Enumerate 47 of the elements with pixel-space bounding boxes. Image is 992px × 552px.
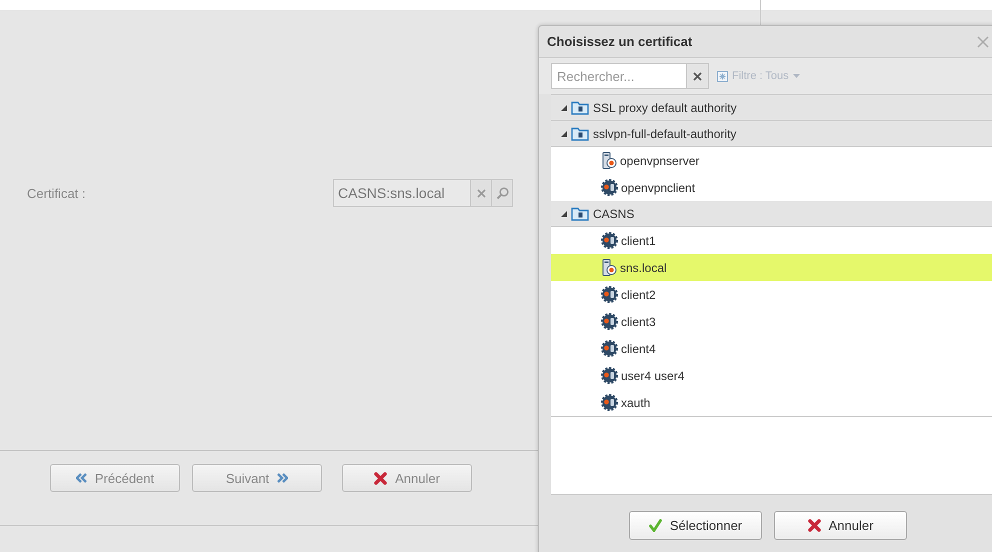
folder-lock-icon: [571, 206, 589, 221]
certificate-item[interactable]: xauth: [551, 389, 992, 417]
search-field[interactable]: Rechercher...: [551, 63, 687, 89]
certificate-item[interactable]: client4: [551, 335, 992, 362]
select-button[interactable]: Sélectionner: [629, 511, 762, 540]
certificate-user-icon: [601, 313, 618, 330]
tree-group[interactable]: sslvpn-full-default-authority: [551, 121, 992, 147]
field-label: Certificat :: [27, 186, 87, 200]
folder-lock-icon: [571, 100, 589, 115]
certificate-user-icon: [601, 232, 618, 249]
close-icon: [693, 72, 702, 80]
close-icon: [476, 188, 486, 198]
tree-group[interactable]: SSL proxy default authority: [551, 95, 992, 121]
cancel-button[interactable]: Annuler: [774, 511, 907, 540]
certificate-user-icon: [601, 286, 618, 303]
certificate-item[interactable]: sns.local: [551, 254, 992, 281]
dialog-title: Choisissez un certificat: [547, 34, 692, 49]
double-right-chevron-icon: [277, 473, 288, 483]
certificate-item[interactable]: client2: [551, 281, 992, 308]
expanded-triangle-icon: [561, 104, 567, 110]
cross-icon: [374, 472, 388, 484]
close-icon: [977, 36, 989, 48]
certificate-item[interactable]: client1: [551, 227, 992, 254]
certificate-server-icon: [601, 259, 617, 276]
filter-icon: [717, 70, 728, 82]
certificate-user-icon: [601, 367, 618, 384]
certificate-item[interactable]: user4 user4: [551, 362, 992, 389]
search-button[interactable]: [492, 179, 513, 207]
expanded-triangle-icon: [561, 130, 567, 136]
folder-lock-icon: [571, 126, 589, 141]
clear-button[interactable]: [471, 179, 492, 207]
certificate-server-icon: [601, 152, 617, 169]
certificate-item[interactable]: client3: [551, 308, 992, 335]
search-icon: [496, 186, 508, 200]
certificate-item[interactable]: openvpnserver: [551, 147, 992, 174]
tree-group[interactable]: CASNS: [551, 201, 992, 227]
checkmark-icon: [648, 519, 662, 532]
clear-search-button[interactable]: [687, 63, 709, 89]
expanded-triangle-icon: [561, 210, 567, 216]
certificate-user-icon: [601, 394, 618, 411]
certificate-user-icon: [601, 179, 618, 196]
double-left-chevron-icon: [76, 473, 87, 483]
certificate-user-icon: [601, 340, 618, 357]
certificate-item[interactable]: openvpnclient: [551, 174, 992, 201]
caret-icon: [792, 74, 800, 78]
cross-icon: [808, 519, 821, 532]
certificate-field[interactable]: CASNS:sns.local: [333, 179, 471, 207]
